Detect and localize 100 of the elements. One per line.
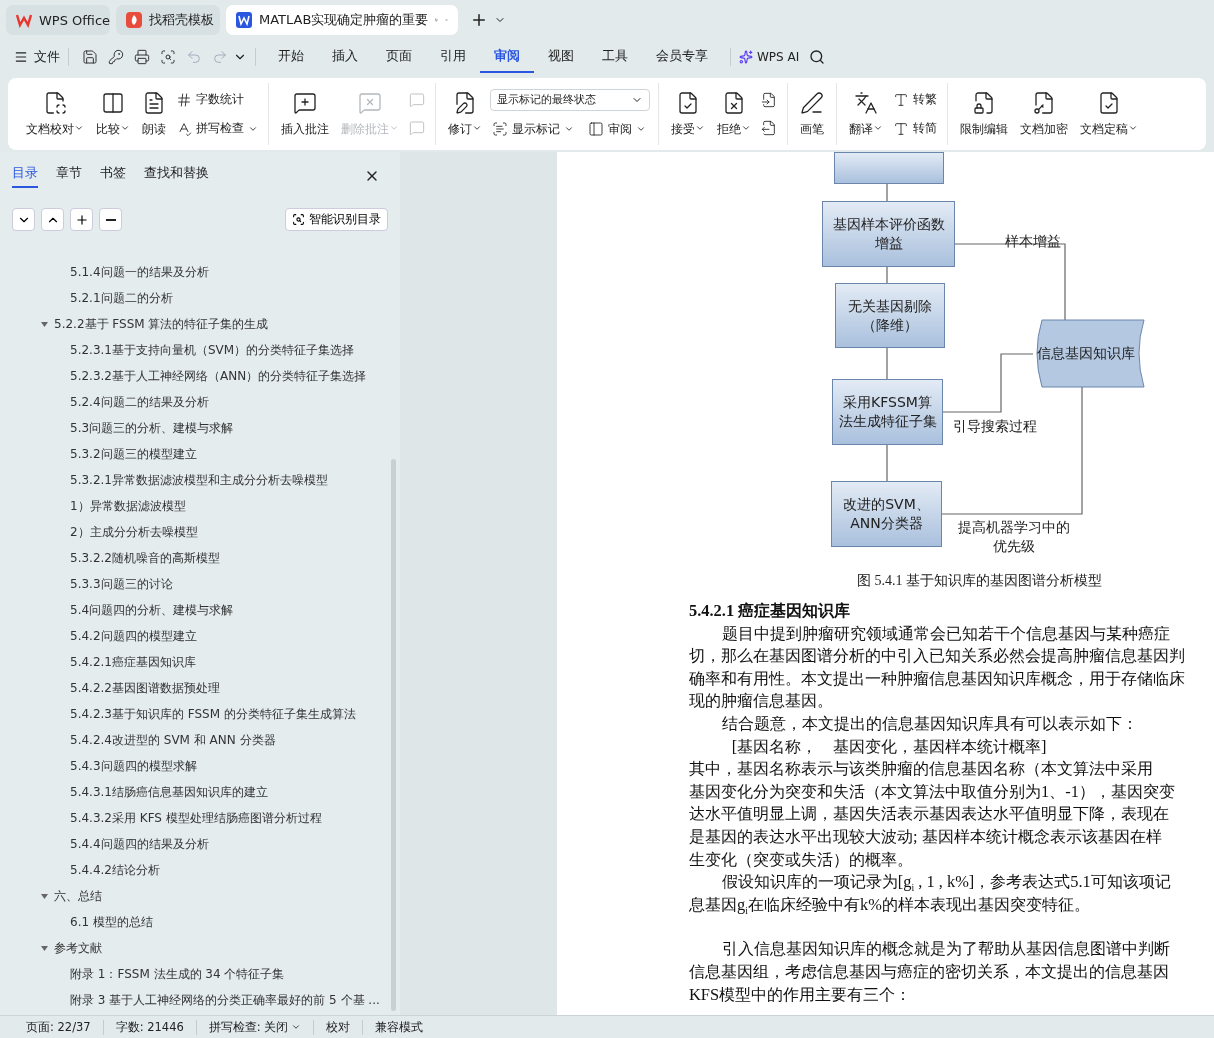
ribbon-button[interactable]: 接受 [667,86,709,142]
toc-entry[interactable]: 5.4.2.4改进型的 SVM 和 ANN 分类器 [70,731,276,749]
expand-triangle-icon[interactable] [40,319,49,329]
ribbon-button[interactable]: 拼写检查 [174,118,260,139]
scrollbar[interactable] [391,459,396,1011]
ribbon-button[interactable]: 文档定稿 [1076,86,1142,142]
add-button[interactable] [70,208,93,231]
save-icon[interactable] [82,49,98,65]
markup-view-dropdown[interactable]: 显示标记的最终状态 [490,88,650,111]
toc-entry[interactable]: 5.2.3.1基于支持向量机（SVM）的分类特征子集选择 [70,341,355,359]
toc-entry[interactable]: 2）主成分分析去噪模型 [70,523,198,541]
toc-entry[interactable]: 5.2.2基于 FSSM 算法的特征子集的生成 [54,315,269,333]
key-icon[interactable] [108,49,124,65]
ribbon-button[interactable]: 翻译 [845,86,887,142]
collapse-button[interactable] [12,208,35,231]
letter-icon [893,91,909,108]
toc-entry[interactable]: 5.3.2问题三的模型建立 [70,445,197,463]
toc-entry[interactable]: 5.2.3.2基于人工神经网络（ANN）的分类特征子集选择 [70,367,367,385]
ribbon-tab[interactable]: 会员专享 [642,41,722,73]
toc-entry[interactable]: 5.4.2.2基因图谱数据预处理 [70,679,220,697]
toc-entry[interactable]: 5.4.3.1结肠癌信息基因知识库的建立 [70,783,268,801]
search-icon[interactable] [809,49,826,65]
print-preview-icon[interactable] [160,49,176,65]
ribbon-button[interactable]: 文档校对 [22,86,88,142]
toc-entry[interactable]: 5.3.2.1异常数据滤波模型和主成分分析去噪模型 [70,471,328,489]
toc-entry[interactable]: 5.2.4问题二的结果及分析 [70,393,209,411]
remove-button[interactable] [99,208,122,231]
toc-entry[interactable]: 5.4.3.2采用 KFS 模型处理结肠癌图谱分析过程 [70,809,322,827]
expand-triangle-icon[interactable] [40,891,49,901]
status-item[interactable]: 字数: 21446 [103,1019,197,1035]
new-tab-icon[interactable] [470,11,488,29]
ai-button[interactable]: WPS AI [757,50,800,64]
toc-entry[interactable]: 5.4.2.1癌症基因知识库 [70,653,196,671]
ribbon-button[interactable]: 文档加密 [1016,86,1072,142]
toc-entry[interactable]: 5.4.4问题四的结果及分析 [70,835,209,853]
toc-entry[interactable]: 5.3问题三的分析、建模与求解 [70,419,234,437]
ribbon-button[interactable]: 限制编辑 [956,86,1012,142]
sidebar-tab[interactable]: 章节 [56,164,82,188]
status-item[interactable]: 页面: 22/37 [14,1019,104,1035]
spellcheck-icon [176,120,192,137]
flowchart-box: 采用KFSSM算 法生成特征子集 [832,379,943,445]
ribbon-tab[interactable]: 审阅 [480,41,534,73]
toc-entry[interactable]: 5.2.1问题二的分析 [70,289,173,307]
ribbon-tab[interactable]: 页面 [372,41,426,73]
toc-entry[interactable]: 5.4.2.3基于知识库的 FSSM 的分类特征子集生成算法 [70,705,356,723]
toc-entry[interactable]: 5.4问题四的分析、建模与求解 [70,601,234,619]
toc-entry[interactable]: 附录 3 基于人工神经网络的分类正确率最好的前 5 个基 ... [70,991,380,1009]
sidebar-tab[interactable]: 书签 [100,164,126,188]
toc-entry[interactable]: 5.4.4.2结论分析 [70,861,160,879]
comment-plus-icon [293,90,317,115]
ribbon-tab[interactable]: 开始 [264,41,318,73]
caret-icon [636,124,646,134]
file-menu[interactable]: 文件 [34,48,60,66]
browser-tab[interactable]: WPS Office [6,5,110,35]
scan-text-icon [492,121,508,137]
flowchart-box: 无关基因剔除 （降维） [835,283,945,348]
ribbon-button[interactable]: 修订 [444,86,486,142]
ribbon-button[interactable]: 转繁 [891,89,939,110]
toc-entry[interactable]: 5.1.4问题一的结果及分析 [70,263,209,281]
toc-entry[interactable]: 六、总结 [54,887,102,905]
expand-triangle-icon[interactable] [40,943,49,953]
ribbon-button[interactable]: 比较 [92,86,134,142]
toc-entry[interactable]: 附录 1：FSSM 法生成的 34 个特征子集 [70,965,285,983]
document-lines-icon [142,90,166,115]
status-item[interactable]: 兼容模式 [363,1019,436,1035]
ribbon-button[interactable]: 拒绝 [713,86,755,142]
sidebar-tab[interactable]: 查找和替换 [144,164,209,188]
flowchart-box: 基因样本评价函数 增益 [822,201,955,267]
paragraph: 结合题意，本文提出的信息基因知识库具有可以表示如下： [720,712,1139,735]
ribbon-tab[interactable]: 插入 [318,41,372,73]
ribbon-tab[interactable]: 工具 [588,41,642,73]
ribbon-button[interactable]: 显示标记 [490,118,576,140]
document-key-icon [1032,90,1056,115]
expand-button[interactable] [41,208,64,231]
sidebar-tab[interactable]: 目录 [12,164,38,188]
comment-icon [409,120,425,136]
toc-entry[interactable]: 5.3.3问题三的讨论 [70,575,173,593]
toc-entry[interactable]: 5.3.2.2随机噪音的高斯模型 [70,549,220,567]
ribbon-button[interactable]: 画笔 [796,86,828,142]
ribbon-button[interactable]: 插入批注 [277,86,333,142]
flame-logo-icon [126,12,142,28]
ribbon-tab[interactable]: 引用 [426,41,480,73]
browser-tab[interactable]: MATLAB实现确定肿瘤的重要 [226,5,458,35]
status-item[interactable]: 拼写检查: 关闭 [196,1019,315,1035]
browser-tab[interactable]: 找稻壳模板 [116,5,220,35]
ribbon-tab[interactable]: 视图 [534,41,588,73]
status-item[interactable]: 校对 [314,1019,364,1035]
toc-entry[interactable]: 1）异常数据滤波模型 [70,497,186,515]
ribbon-button[interactable]: 字数统计 [174,89,260,110]
toc-entry[interactable]: 5.4.3问题四的模型求解 [70,757,197,775]
menu-icon[interactable] [14,50,28,64]
ribbon-button[interactable]: 朗读 [138,86,170,142]
smart-toc-button[interactable]: 智能识别目录 [285,208,388,231]
toc-entry[interactable]: 5.4.2问题四的模型建立 [70,627,197,645]
panel-icon [588,121,604,137]
toc-entry[interactable]: 6.1 模型的总结 [70,913,153,931]
ribbon-button[interactable]: 转简 [891,118,939,139]
toc-entry[interactable]: 参考文献 [54,939,102,957]
ribbon-button[interactable]: 审阅 [586,118,648,140]
printer-icon[interactable] [134,49,150,65]
